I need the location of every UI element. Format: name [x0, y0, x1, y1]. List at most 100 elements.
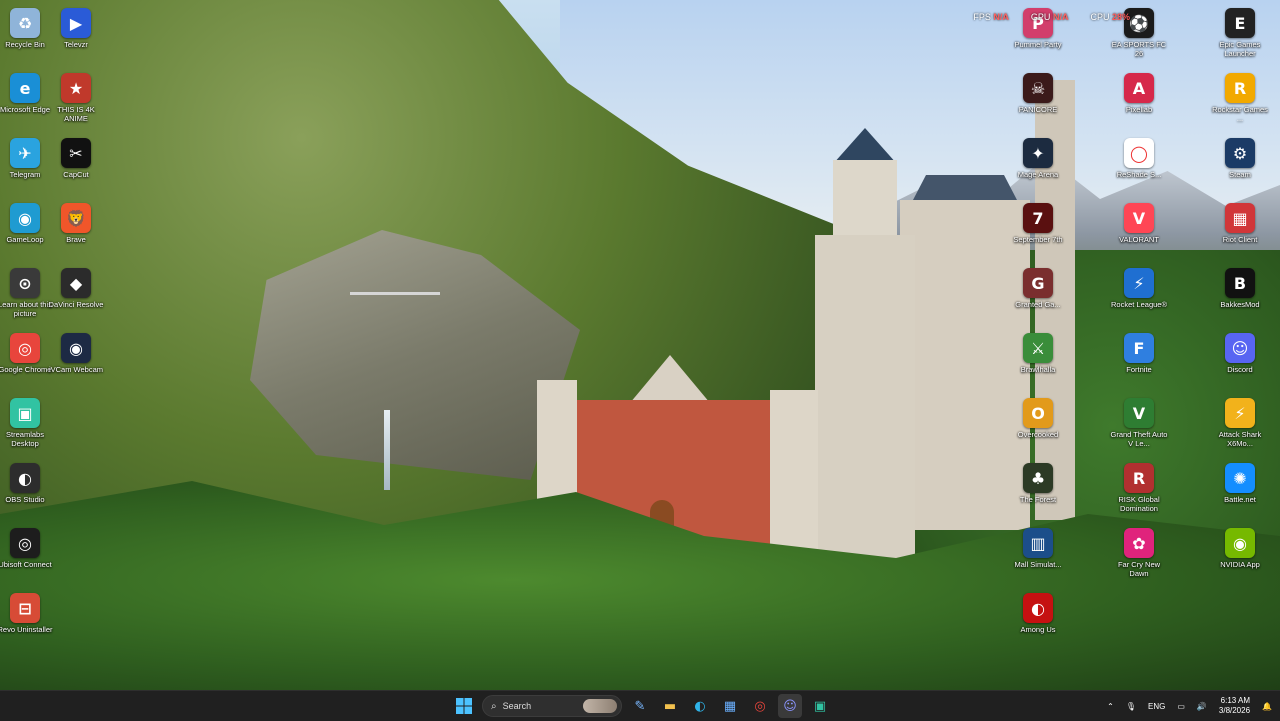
shortcut-label: Steam	[1229, 170, 1251, 179]
shortcut-label: September 7th	[1013, 235, 1063, 244]
shortcut-label: Far Cry New Dawn	[1117, 560, 1161, 578]
desktop-shortcut[interactable]: V VALORANT	[1109, 199, 1169, 263]
desktop-shortcut[interactable]: ◐ OBS Studio	[0, 459, 55, 523]
shortcut-label: Attack Shark X6Mo...	[1218, 430, 1262, 448]
september-icon: 7	[1023, 203, 1053, 233]
battlenet-icon: ✺	[1225, 463, 1255, 493]
televzr-icon: ▶	[61, 8, 91, 38]
shortcut-label: Brave	[66, 235, 86, 244]
riot-icon: ▦	[1225, 203, 1255, 233]
microphone-icon[interactable]: 🎙	[1126, 702, 1136, 711]
desktop-shortcut[interactable]: E Epic Games Launcher	[1210, 4, 1270, 68]
desktop-shortcut[interactable]: ▣ Streamlabs Desktop	[0, 394, 55, 458]
attack-shark-icon: ⚡	[1225, 398, 1255, 428]
network-icon[interactable]: ▭	[1177, 702, 1185, 711]
notification-bell-icon[interactable]: 🔔	[1262, 702, 1272, 711]
desktop-shortcut[interactable]: B BakkesMod	[1210, 264, 1270, 328]
desktop-shortcut[interactable]: ⊟ Revo Uninstaller	[0, 589, 55, 653]
desktop-shortcut[interactable]: ▶ Televzr	[46, 4, 106, 68]
desktop-shortcut[interactable]: 🦁 Brave	[46, 199, 106, 263]
wallpaper-waterfall	[384, 410, 390, 490]
shortcut-label: Rockstar Games ...	[1212, 105, 1268, 123]
edge-icon: e	[10, 73, 40, 103]
desktop-shortcut[interactable]: ◐ Among Us	[1008, 589, 1068, 653]
desktop-shortcut[interactable]: G Granted Ga...	[1008, 264, 1068, 328]
shortcut-label: Epic Games Launcher	[1219, 40, 1261, 58]
chrome-taskbar-icon[interactable]: ◎	[748, 694, 772, 718]
shortcut-label: Brawlhalla	[1020, 365, 1056, 374]
desktop-shortcut[interactable]: R Rockstar Games ...	[1210, 69, 1270, 133]
desktop-shortcut[interactable]: ▦ Riot Client	[1210, 199, 1270, 263]
desktop-shortcut[interactable]: ◆ DaVinci Resolve	[46, 264, 106, 328]
performance-overlay: FPS N/A GPU N/A CPU 28%	[973, 12, 1130, 22]
desktop-shortcut[interactable]: A Pixellab	[1109, 69, 1169, 133]
desktop-wallpaper	[0, 0, 1280, 690]
chrome-icon: ◎	[10, 333, 40, 363]
shortcut-label: VALORANT	[1119, 235, 1159, 244]
desktop-shortcut[interactable]: ▥ Mall Simulat...	[1008, 524, 1068, 588]
mall-sim-icon: ▥	[1023, 528, 1053, 558]
bakkesmod-icon: B	[1225, 268, 1255, 298]
desktop-shortcut[interactable]: ☠ PANICORE	[1008, 69, 1068, 133]
file-explorer-taskbar-icon[interactable]: ▬	[658, 694, 682, 718]
desktop-shortcut[interactable]: ⚡ Attack Shark X6Mo...	[1210, 394, 1270, 458]
shortcut-label: Discord	[1227, 365, 1253, 374]
taskbar-clock[interactable]: 6:13 AM 3/8/2026	[1219, 696, 1250, 716]
rocket-league-icon: ⚡	[1124, 268, 1154, 298]
nvidia-icon: ◉	[1225, 528, 1255, 558]
language-indicator[interactable]: ENG	[1148, 702, 1165, 711]
risk-icon: R	[1124, 463, 1154, 493]
store-taskbar-icon[interactable]: ▦	[718, 694, 742, 718]
wallpaper-bridge	[350, 292, 440, 295]
desktop-shortcut[interactable]: ⚙ Steam	[1210, 134, 1270, 198]
steam-icon: ⚙	[1225, 138, 1255, 168]
shortcut-label: Revo Uninstaller	[0, 625, 53, 634]
desktop-shortcut[interactable]: ◎ Ubisoft Connect	[0, 524, 55, 588]
gta-icon: V	[1124, 398, 1154, 428]
shortcut-label: NVIDIA App	[1220, 560, 1260, 569]
desktop-shortcut[interactable]: R RISK Global Domination	[1109, 459, 1169, 523]
desktop-shortcut[interactable]: ☺ Discord	[1210, 329, 1270, 393]
desktop-shortcut[interactable]: ✂ CapCut	[46, 134, 106, 198]
shortcut-label: Fortnite	[1126, 365, 1152, 374]
gpu-label: GPU	[1030, 12, 1051, 22]
desktop-shortcut[interactable]: ★ THIS IS 4K ANIME	[46, 69, 106, 133]
webcam-icon: ◉	[61, 333, 91, 363]
fps-value: N/A	[993, 12, 1009, 22]
shortcut-label: RISK Global Domination	[1118, 495, 1160, 513]
fps-readout: FPS N/A	[973, 12, 1009, 22]
chevron-up-icon[interactable]: ⌃	[1107, 702, 1114, 711]
desktop-shortcut[interactable]: ◯ ReShade S...	[1109, 134, 1169, 198]
shortcut-label: CapCut	[63, 170, 89, 179]
taskbar-search[interactable]: ⌕ Search	[482, 695, 622, 717]
search-placeholder: Search	[502, 701, 532, 711]
epic-games-icon: E	[1225, 8, 1255, 38]
desktop-shortcut[interactable]: ◉ iVCam Webcam	[46, 329, 106, 393]
desktop-shortcut[interactable]: 7 September 7th	[1008, 199, 1068, 263]
revo-icon: ⊟	[10, 593, 40, 623]
gpu-value: N/A	[1052, 12, 1069, 22]
shortcut-label: Overcooked	[1017, 430, 1059, 439]
start-button[interactable]	[452, 694, 476, 718]
desktop-shortcut[interactable]: ◉ NVIDIA App	[1210, 524, 1270, 588]
desktop-shortcut[interactable]: ✺ Battle.net	[1210, 459, 1270, 523]
volume-icon[interactable]: 🔊	[1197, 702, 1207, 711]
desktop-shortcut[interactable]: O Overcooked	[1008, 394, 1068, 458]
edge-taskbar-icon[interactable]: ◐	[688, 694, 712, 718]
ubisoft-icon: ◎	[10, 528, 40, 558]
desktop-shortcut[interactable]: F Fortnite	[1109, 329, 1169, 393]
desktop-shortcut[interactable]: V Grand Theft Auto V Le...	[1109, 394, 1169, 458]
shortcut-label: OBS Studio	[5, 495, 45, 504]
desktop-shortcut[interactable]: ✦ Mage Arena	[1008, 134, 1068, 198]
desktop-shortcut[interactable]: ⚡ Rocket League®	[1109, 264, 1169, 328]
streamlabs-taskbar-icon[interactable]: ▣	[808, 694, 832, 718]
desktop-shortcut[interactable]: ⚔ Brawlhalla	[1008, 329, 1068, 393]
search-highlight-image	[583, 699, 617, 713]
shortcut-label: Battle.net	[1224, 495, 1256, 504]
discord-icon: ☺	[1225, 333, 1255, 363]
desktop-shortcut[interactable]: ♣ The Forest	[1008, 459, 1068, 523]
discord-taskbar-icon[interactable]: ☺	[778, 694, 802, 718]
copilot-taskbar-icon[interactable]: ✎	[628, 694, 652, 718]
desktop-shortcut[interactable]: ✿ Far Cry New Dawn	[1109, 524, 1169, 588]
shortcut-label: ReShade S...	[1116, 170, 1162, 179]
